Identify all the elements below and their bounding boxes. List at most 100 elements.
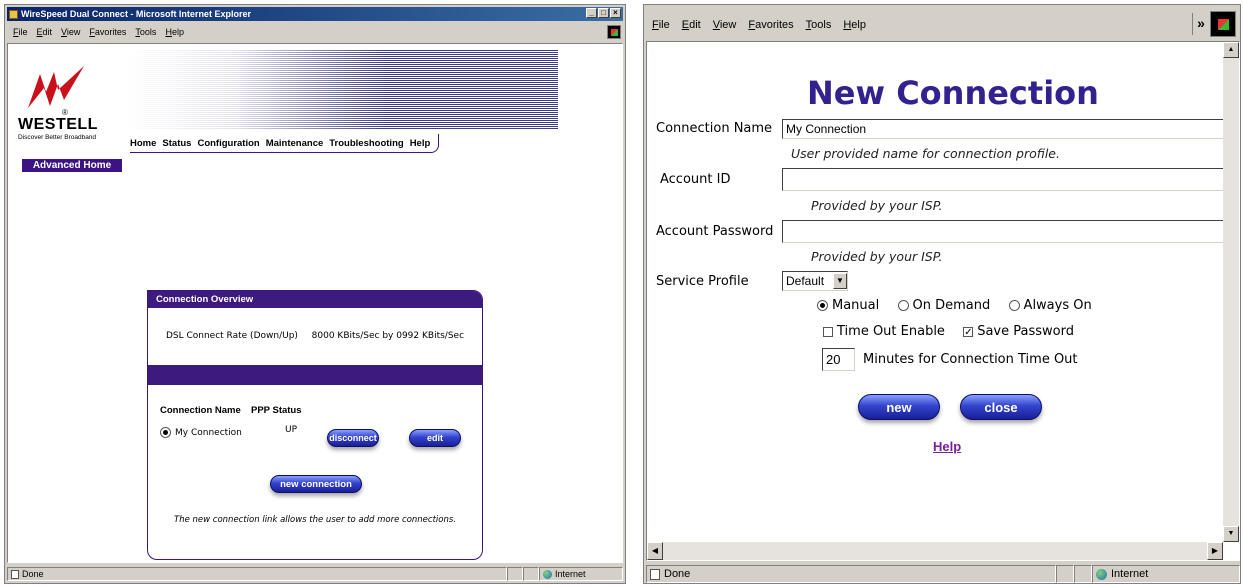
page-heading: New Connection xyxy=(807,74,1099,112)
menu-file[interactable]: File xyxy=(13,27,28,37)
radio-on-demand[interactable]: On Demand xyxy=(897,298,991,313)
dsl-rate-value: 8000 KBits/Sec by 0992 KBits/Sec xyxy=(311,331,465,341)
westell-logo-icon xyxy=(28,66,84,108)
dsl-rate-row: DSL Connect Rate (Down/Up) 8000 KBits/Se… xyxy=(148,331,482,341)
menu-favorites[interactable]: Favorites xyxy=(89,27,126,37)
nav-help[interactable]: Help xyxy=(410,138,431,149)
right-menu-bar: File Edit View Favorites Tools Help xyxy=(652,17,878,33)
menu-tools[interactable]: Tools xyxy=(135,27,156,37)
timeout-enable-label: Time Out Enable xyxy=(837,324,945,339)
menu-view[interactable]: View xyxy=(61,27,80,37)
menu-help[interactable]: Help xyxy=(843,19,866,31)
brand-tagline: Discover Better Broadband xyxy=(18,134,97,141)
radio-manual-label: Manual xyxy=(832,298,880,313)
main-nav: Home Status Configuration Maintenance Tr… xyxy=(130,134,439,153)
radio-manual-dot[interactable] xyxy=(817,300,828,311)
connection-radio[interactable] xyxy=(160,427,171,438)
timeout-enable-checkbox[interactable] xyxy=(823,326,833,337)
menu-tools[interactable]: Tools xyxy=(806,19,832,31)
radio-manual[interactable]: Manual xyxy=(817,298,879,313)
radio-always-on-dot[interactable] xyxy=(1008,300,1020,311)
connection-overview-panel: Connection Overview DSL Connect Rate (Do… xyxy=(147,290,483,560)
col-ppp-status: PPP Status xyxy=(251,405,302,416)
new-button[interactable]: new xyxy=(858,394,940,420)
right-status-text-cell: Done xyxy=(646,565,1056,583)
account-id-input[interactable] xyxy=(782,168,1237,191)
menu-help[interactable]: Help xyxy=(165,27,184,37)
scroll-up-button[interactable]: ▲ xyxy=(1223,42,1239,58)
scroll-right-button[interactable]: ▶ xyxy=(1207,542,1223,560)
close-button[interactable]: close xyxy=(960,394,1042,420)
service-profile-select[interactable]: Default ▼ xyxy=(782,271,848,291)
left-zone-text: Internet xyxy=(555,569,586,579)
left-content-area: ® WESTELL Discover Better Broadband Home… xyxy=(7,43,623,563)
account-password-input[interactable] xyxy=(782,220,1237,243)
new-connection-footnote: The new connection link allows the user … xyxy=(174,515,456,525)
menu-edit[interactable]: Edit xyxy=(682,19,701,31)
radio-on-demand-dot[interactable] xyxy=(897,300,909,311)
left-status-cell-2 xyxy=(507,567,523,581)
save-password-option[interactable]: ✓ Save Password xyxy=(963,324,1074,339)
nav-troubleshooting[interactable]: Troubleshooting xyxy=(329,138,403,149)
left-menu-bar: File Edit View Favorites Tools Help xyxy=(13,25,193,39)
nav-maintenance[interactable]: Maintenance xyxy=(266,138,324,149)
advanced-home-link[interactable]: Advanced Home xyxy=(22,159,122,172)
dsl-rate-label: DSL Connect Rate (Down/Up) xyxy=(165,331,298,341)
radio-always-on[interactable]: Always On xyxy=(1008,298,1092,313)
right-status-zone: Internet xyxy=(1092,565,1240,583)
window-icon xyxy=(9,9,18,19)
right-status-bar: Done Internet xyxy=(646,565,1240,583)
page-icon xyxy=(11,569,19,579)
new-connection-button[interactable]: new connection xyxy=(270,475,362,493)
account-password-label: Account Password xyxy=(656,224,774,239)
close-window-button[interactable]: × xyxy=(610,8,621,18)
nav-home[interactable]: Home xyxy=(130,138,156,149)
timeout-minutes-input[interactable]: 20 xyxy=(822,348,855,371)
save-password-checkbox[interactable]: ✓ xyxy=(963,326,974,337)
maximize-button[interactable]: □ xyxy=(598,8,609,18)
menu-file[interactable]: File xyxy=(652,19,670,31)
timeout-minutes-label: Minutes for Connection Time Out xyxy=(863,352,1078,367)
right-status-cell-2 xyxy=(1056,565,1074,583)
edit-button[interactable]: edit xyxy=(409,429,461,447)
connection-mode-radios: Manual On Demand Always On xyxy=(817,298,1092,313)
horizontal-scrollbar[interactable]: ◀ ▶ xyxy=(647,542,1223,560)
save-password-label: Save Password xyxy=(977,324,1074,339)
scroll-down-button[interactable]: ▼ xyxy=(1223,526,1239,542)
menu-edit[interactable]: Edit xyxy=(37,27,53,37)
timeout-enable-option[interactable]: Time Out Enable xyxy=(823,324,945,339)
panel-header: Connection Overview xyxy=(148,291,482,308)
connection-name-input[interactable]: My Connection xyxy=(782,119,1237,139)
chevron-down-icon[interactable]: ▼ xyxy=(833,273,847,289)
nav-status[interactable]: Status xyxy=(162,138,191,149)
connection-row[interactable]: My Connection xyxy=(160,427,242,438)
service-profile-value: Default xyxy=(786,274,825,288)
ie-throbber-icon xyxy=(607,25,621,39)
radio-on-demand-label: On Demand xyxy=(912,298,991,313)
service-profile-label: Service Profile xyxy=(656,274,749,289)
connection-name-hint: User provided name for connection profil… xyxy=(791,146,1060,161)
globe-icon xyxy=(543,569,552,579)
nav-configuration[interactable]: Configuration xyxy=(197,138,259,149)
right-content-area: New Connection Connection Name My Connec… xyxy=(646,41,1240,561)
window-title: WireSpeed Dual Connect - Microsoft Inter… xyxy=(21,9,251,19)
menu-view[interactable]: View xyxy=(713,19,737,31)
chevron-icon[interactable]: » xyxy=(1192,13,1209,35)
left-title-bar: WireSpeed Dual Connect - Microsoft Inter… xyxy=(7,7,623,21)
globe-icon xyxy=(1096,568,1107,580)
account-password-hint: Provided by your ISP. xyxy=(811,249,943,264)
minimize-button[interactable]: _ xyxy=(586,8,597,18)
help-link[interactable]: Help xyxy=(933,439,961,454)
menu-favorites[interactable]: Favorites xyxy=(748,19,793,31)
account-id-label: Account ID xyxy=(660,172,731,187)
left-status-zone: Internet xyxy=(539,567,623,581)
left-status-text: Done xyxy=(22,569,44,579)
brand-name: WESTELL xyxy=(18,116,98,133)
col-connection-name: Connection Name xyxy=(160,405,241,416)
connection-name-label: Connection Name xyxy=(656,121,773,136)
vertical-scrollbar[interactable]: ▲ ▼ xyxy=(1223,42,1239,542)
left-status-text-cell: Done xyxy=(7,567,507,581)
disconnect-button[interactable]: disconnect xyxy=(327,429,379,447)
scroll-left-button[interactable]: ◀ xyxy=(647,542,663,560)
account-id-hint: Provided by your ISP. xyxy=(811,198,943,213)
